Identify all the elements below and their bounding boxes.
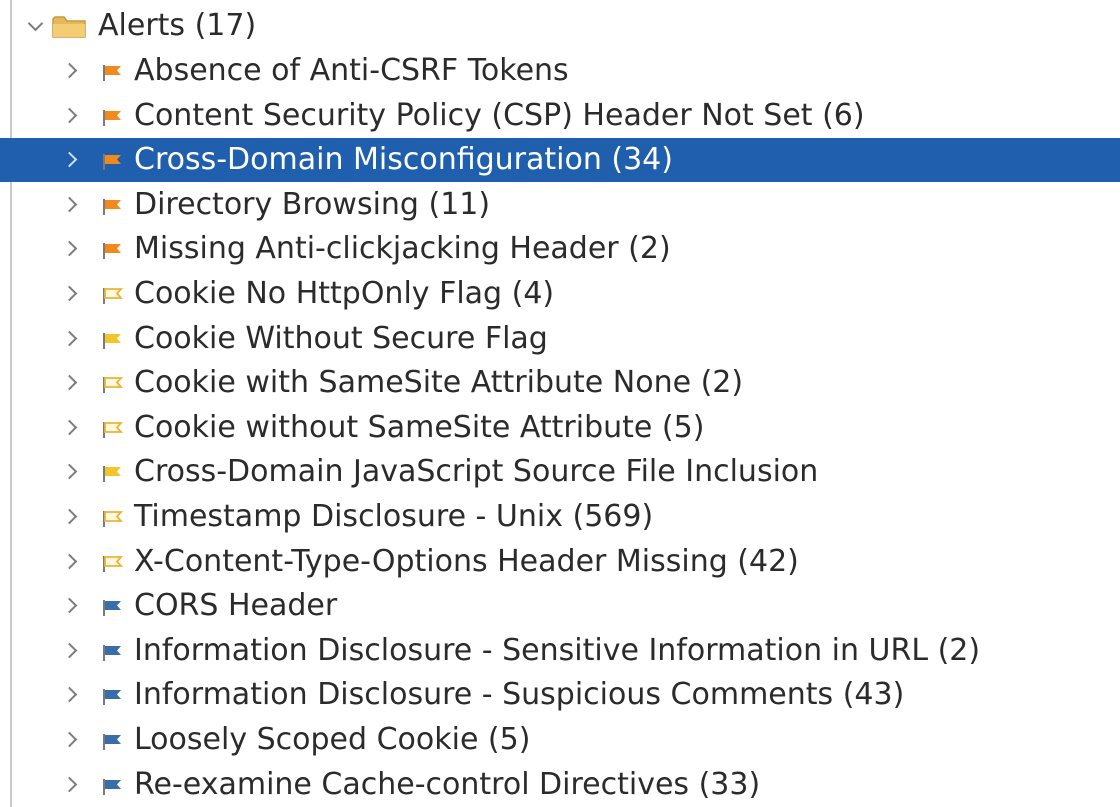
tree-root-alerts[interactable]: Alerts (17) <box>0 4 1120 48</box>
blue-flag-icon <box>103 689 121 706</box>
folder-icon <box>52 16 86 38</box>
tree-item-alert[interactable]: Re-examine Cache-control Directives (33) <box>0 763 1120 807</box>
tree-item-label: X-Content-Type-Options Header Missing (4… <box>134 543 799 579</box>
tree-item-alert[interactable]: Cross-Domain Misconfiguration (34) <box>0 138 1120 183</box>
chevron-right-icon[interactable] <box>61 62 78 79</box>
chevron-right-icon[interactable] <box>61 508 78 525</box>
chevron-right-icon[interactable] <box>61 330 78 346</box>
blue-flag-icon <box>103 644 121 661</box>
outline-yellow-flag-icon <box>103 555 123 572</box>
tree-item-alert[interactable]: X-Content-Type-Options Header Missing (4… <box>0 540 1120 584</box>
chevron-right-icon[interactable] <box>61 687 78 703</box>
tree-item-alert[interactable]: Cross-Domain JavaScript Source File Incl… <box>0 450 1120 494</box>
tree-item-alert[interactable]: Information Disclosure - Suspicious Comm… <box>0 673 1120 717</box>
chevron-down-icon[interactable] <box>27 15 44 32</box>
tree-item-alert[interactable]: Directory Browsing (11) <box>0 183 1120 227</box>
chevron-right-icon[interactable] <box>61 419 78 436</box>
chevron-right-icon[interactable] <box>61 374 78 391</box>
tree-item-alert[interactable]: Cookie without SameSite Attribute (5) <box>0 406 1120 450</box>
tree-item-alert[interactable]: CORS Header <box>0 584 1120 628</box>
chevron-right-icon[interactable] <box>61 285 78 302</box>
chevron-right-icon[interactable] <box>61 731 78 748</box>
tree-item-alert[interactable]: Cookie Without Secure Flag <box>0 317 1120 361</box>
tree-item-label: Cookie with SameSite Attribute None (2) <box>134 365 744 401</box>
outline-yellow-flag-icon <box>103 511 123 527</box>
tree-item-label: Cookie No HttpOnly Flag (4) <box>134 276 555 311</box>
tree-item-label: Missing Anti-clickjacking Header (2) <box>134 231 671 267</box>
tree-item-alert[interactable]: Information Disclosure - Sensitive Infor… <box>0 629 1120 673</box>
solid-yellow-flag-icon <box>103 466 121 483</box>
chevron-right-icon[interactable] <box>61 553 78 569</box>
tree-item-label: Cookie without SameSite Attribute (5) <box>134 409 705 445</box>
tree-item-alert[interactable]: Content Security Policy (CSP) Header Not… <box>0 94 1120 138</box>
blue-flag-icon <box>103 734 121 750</box>
tree-item-label: Absence of Anti-CSRF Tokens <box>134 53 569 88</box>
root-label: Alerts (17) <box>98 8 257 43</box>
tree-item-alert[interactable]: Loosely Scoped Cookie (5) <box>0 718 1120 762</box>
chevron-right-icon[interactable] <box>61 196 78 213</box>
tree-item-label: Information Disclosure - Suspicious Comm… <box>134 677 905 713</box>
blue-flag-icon <box>103 778 121 795</box>
chevron-right-icon[interactable] <box>61 464 78 480</box>
chevron-right-icon[interactable] <box>61 642 78 659</box>
tree-item-alert[interactable]: Missing Anti-clickjacking Header (2) <box>0 227 1120 271</box>
solid-orange-flag-icon <box>103 154 121 171</box>
chevron-right-icon[interactable] <box>61 107 78 123</box>
solid-orange-flag-icon <box>103 65 121 81</box>
outline-yellow-flag-icon <box>103 421 123 438</box>
tree-item-alert[interactable]: Cookie No HttpOnly Flag (4) <box>0 272 1120 316</box>
tree-item-alert[interactable]: Absence of Anti-CSRF Tokens <box>0 49 1120 93</box>
chevron-right-icon[interactable] <box>61 776 78 792</box>
solid-orange-flag-icon <box>103 243 121 260</box>
tree-item-label: CORS Header <box>134 588 338 624</box>
blue-flag-icon <box>103 600 121 617</box>
solid-yellow-flag-icon <box>103 332 121 349</box>
chevron-right-icon[interactable] <box>61 597 78 614</box>
solid-orange-flag-icon <box>103 109 121 126</box>
solid-orange-flag-icon <box>103 198 121 215</box>
tree-item-label: Cross-Domain Misconfiguration (34) <box>134 142 673 178</box>
tree-item-label: Cross-Domain JavaScript Source File Incl… <box>134 454 819 490</box>
tree-item-label: Timestamp Disclosure - Unix (569) <box>134 499 654 534</box>
tree-item-label: Cookie Without Secure Flag <box>134 320 548 356</box>
chevron-right-icon[interactable] <box>61 241 78 257</box>
outline-yellow-flag-icon <box>103 288 123 304</box>
tree-item-label: Directory Browsing (11) <box>134 186 491 222</box>
tree-item-label: Content Security Policy (CSP) Header Not… <box>134 97 865 133</box>
chevron-right-icon[interactable] <box>61 151 78 168</box>
tree-item-label: Re-examine Cache-control Directives (33) <box>134 766 761 802</box>
tree-item-label: Loosely Scoped Cookie (5) <box>134 722 531 757</box>
tree-item-alert[interactable]: Timestamp Disclosure - Unix (569) <box>0 495 1120 539</box>
outline-yellow-flag-icon <box>103 377 123 394</box>
tree-item-label: Information Disclosure - Sensitive Infor… <box>134 632 981 668</box>
tree-item-alert[interactable]: Cookie with SameSite Attribute None (2) <box>0 361 1120 405</box>
alerts-tree: Alerts (17) Absence of Anti-CSRF Tokens C… <box>0 0 1120 807</box>
